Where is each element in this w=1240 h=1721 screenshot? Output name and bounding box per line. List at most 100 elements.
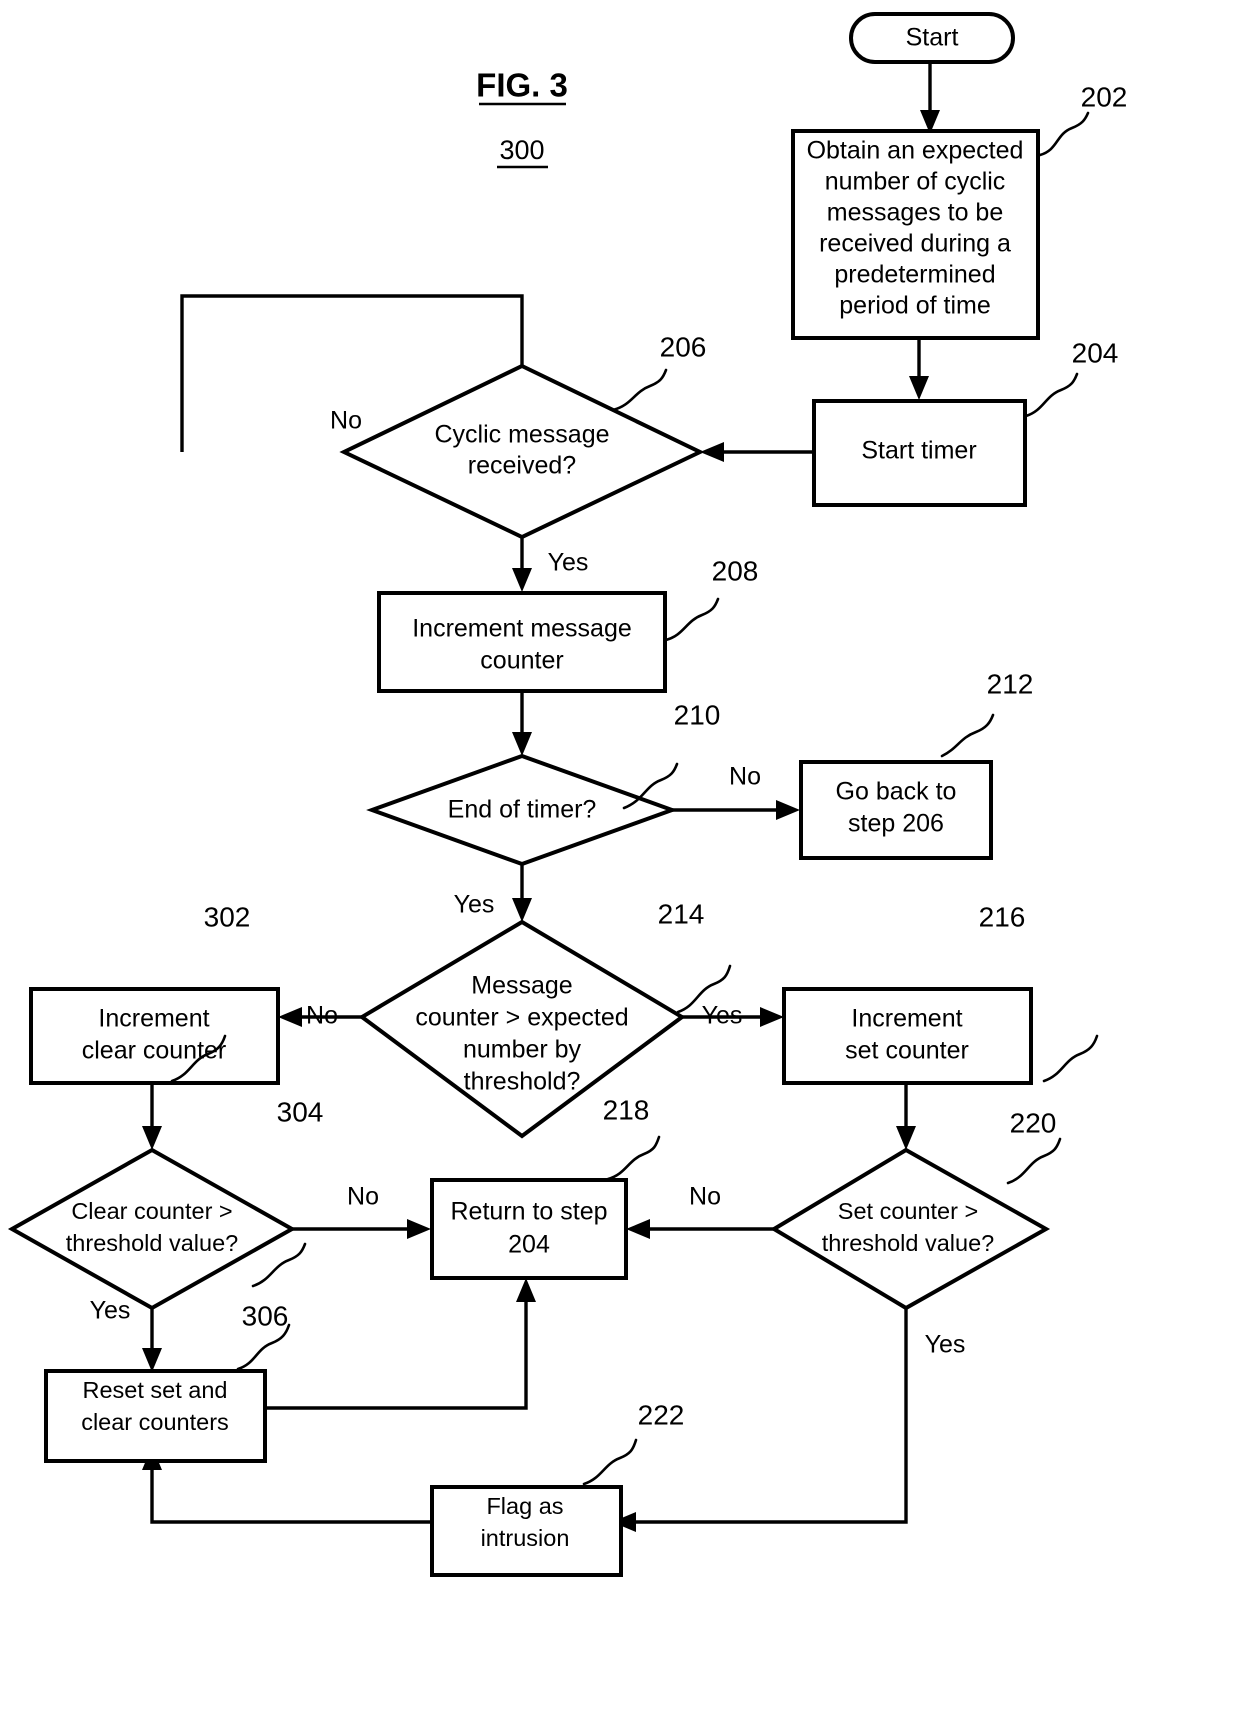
node-222-line-1: Flag as bbox=[486, 1493, 563, 1519]
figure-number: 300 bbox=[499, 135, 544, 165]
node-216[interactable]: Increment set counter bbox=[782, 987, 1033, 1085]
node-220-line-1: Set counter > bbox=[838, 1198, 978, 1224]
node-214-line-3: number by bbox=[463, 1036, 582, 1064]
node-206-line-2: received? bbox=[468, 452, 576, 480]
node-204[interactable]: Start timer bbox=[812, 399, 1027, 507]
node-220[interactable]: Set counter > threshold value? bbox=[770, 1147, 1051, 1311]
edge-210-to-212 bbox=[672, 800, 800, 820]
node-218[interactable]: Return to step 204 bbox=[430, 1178, 628, 1280]
ref-number-220: 220 bbox=[1010, 1107, 1057, 1138]
node-206[interactable]: Cyclic message received? bbox=[339, 363, 705, 540]
ref-leader-306: 306 bbox=[236, 1300, 291, 1371]
ref-leader-206: 206 bbox=[611, 331, 706, 412]
edge-306-to-218 bbox=[265, 1278, 536, 1410]
node-302-line-2: clear counter bbox=[82, 1037, 227, 1065]
node-202-line-5: predetermined bbox=[834, 261, 995, 289]
ref-leader-222: 222 bbox=[582, 1399, 685, 1486]
node-202[interactable]: Obtain an expected number of cyclic mess… bbox=[791, 129, 1040, 340]
node-304-line-1: Clear counter > bbox=[71, 1198, 232, 1224]
ref-number-212: 212 bbox=[987, 668, 1034, 699]
ref-number-204: 204 bbox=[1072, 337, 1119, 368]
ref-leader-202: 202 bbox=[1038, 81, 1128, 157]
node-210[interactable]: End of timer? bbox=[366, 753, 678, 867]
node-302[interactable]: Increment clear counter bbox=[29, 987, 280, 1085]
edge-label-304-no: No bbox=[347, 1183, 379, 1211]
ref-number-210: 210 bbox=[674, 699, 721, 730]
edge-label-214-no: No bbox=[306, 1002, 338, 1030]
node-202-line-1: Obtain an expected bbox=[807, 137, 1024, 165]
edge-label-210-yes: Yes bbox=[454, 891, 495, 919]
node-304-shape bbox=[7, 1147, 297, 1311]
node-220-line-2: threshold value? bbox=[822, 1230, 994, 1256]
node-212[interactable]: Go back to step 206 bbox=[799, 760, 993, 860]
ref-number-216: 216 bbox=[979, 901, 1026, 932]
figure-container: FIG. 3 300 Start Obtain an expected numb… bbox=[0, 0, 1240, 1721]
node-304[interactable]: Clear counter > threshold value? bbox=[7, 1147, 297, 1311]
ref-leader-204: 204 bbox=[1024, 337, 1119, 418]
node-306-line-1: Reset set and bbox=[82, 1377, 227, 1403]
ref-leader-210: 210 bbox=[622, 699, 721, 810]
ref-number-208: 208 bbox=[712, 555, 759, 586]
edge-220-to-218 bbox=[626, 1219, 774, 1239]
ref-leader-214: 214 bbox=[658, 898, 732, 1014]
edge-202-to-204 bbox=[909, 338, 929, 400]
node-202-line-3: messages to be bbox=[827, 199, 1004, 227]
edge-label-214-yes: Yes bbox=[702, 1002, 743, 1030]
node-220-shape bbox=[770, 1147, 1051, 1311]
ref-leader-220: 220 bbox=[1006, 1107, 1062, 1185]
node-208-line-1: Increment message bbox=[412, 615, 632, 643]
ref-leader-218: 218 bbox=[603, 1094, 661, 1181]
node-214-line-2: counter > expected bbox=[415, 1004, 628, 1032]
ref-leader-304: 304 bbox=[251, 1096, 324, 1288]
ref-number-302: 302 bbox=[204, 901, 251, 932]
node-206-line-1: Cyclic message bbox=[434, 421, 609, 449]
node-306[interactable]: Reset set and clear counters bbox=[44, 1369, 267, 1463]
node-218-line-2: 204 bbox=[508, 1231, 550, 1259]
edge-label-304-yes: Yes bbox=[90, 1297, 131, 1325]
edge-208-to-210 bbox=[512, 691, 532, 756]
node-204-line-1: Start timer bbox=[861, 437, 976, 465]
node-218-line-1: Return to step bbox=[450, 1198, 607, 1226]
flowchart-svg: FIG. 3 300 Start Obtain an expected numb… bbox=[7, 12, 1128, 1577]
ref-number-222: 222 bbox=[638, 1399, 685, 1430]
ref-number-218: 218 bbox=[603, 1094, 650, 1125]
node-214-line-1: Message bbox=[471, 972, 572, 1000]
edge-304-to-218 bbox=[292, 1219, 431, 1239]
node-214-line-4: threshold? bbox=[464, 1068, 581, 1096]
edge-label-220-no: No bbox=[689, 1183, 721, 1211]
edge-label-206-no: No bbox=[330, 407, 362, 435]
node-222-line-2: intrusion bbox=[481, 1525, 570, 1551]
edge-304-to-306 bbox=[142, 1308, 162, 1372]
edge-label-210-no: No bbox=[729, 763, 761, 791]
ref-leader-208: 208 bbox=[664, 555, 759, 642]
ref-number-306: 306 bbox=[242, 1300, 289, 1331]
node-216-line-2: set counter bbox=[845, 1037, 969, 1065]
node-202-line-6: period of time bbox=[839, 292, 990, 320]
edge-216-to-220 bbox=[896, 1083, 916, 1150]
start-label: Start bbox=[906, 24, 959, 52]
edge-label-206-yes: Yes bbox=[548, 549, 589, 577]
node-210-line-1: End of timer? bbox=[448, 796, 597, 824]
edge-210-to-214 bbox=[512, 864, 532, 922]
node-202-line-4: received during a bbox=[819, 230, 1011, 258]
node-start[interactable]: Start bbox=[849, 12, 1015, 64]
node-306-line-2: clear counters bbox=[81, 1409, 229, 1435]
node-218-shape bbox=[430, 1178, 628, 1280]
node-212-line-2: step 206 bbox=[848, 810, 944, 838]
ref-number-214: 214 bbox=[658, 898, 705, 929]
node-302-line-1: Increment bbox=[98, 1005, 209, 1033]
node-222[interactable]: Flag as intrusion bbox=[430, 1485, 623, 1577]
figure-title: FIG. 3 bbox=[476, 67, 568, 104]
ref-number-304: 304 bbox=[277, 1096, 324, 1127]
edge-start-to-202 bbox=[920, 62, 940, 134]
node-304-line-2: threshold value? bbox=[66, 1230, 238, 1256]
edge-label-220-yes: Yes bbox=[925, 1331, 966, 1359]
ref-number-202: 202 bbox=[1081, 81, 1128, 112]
node-208-line-2: counter bbox=[480, 647, 563, 675]
ref-leader-212: 212 bbox=[940, 668, 1034, 758]
node-212-line-1: Go back to bbox=[836, 778, 957, 806]
edge-302-to-304 bbox=[142, 1083, 162, 1150]
node-208[interactable]: Increment message counter bbox=[377, 591, 667, 693]
edge-204-to-206 bbox=[700, 442, 814, 462]
figure-title-group: FIG. 3 300 bbox=[476, 67, 568, 169]
